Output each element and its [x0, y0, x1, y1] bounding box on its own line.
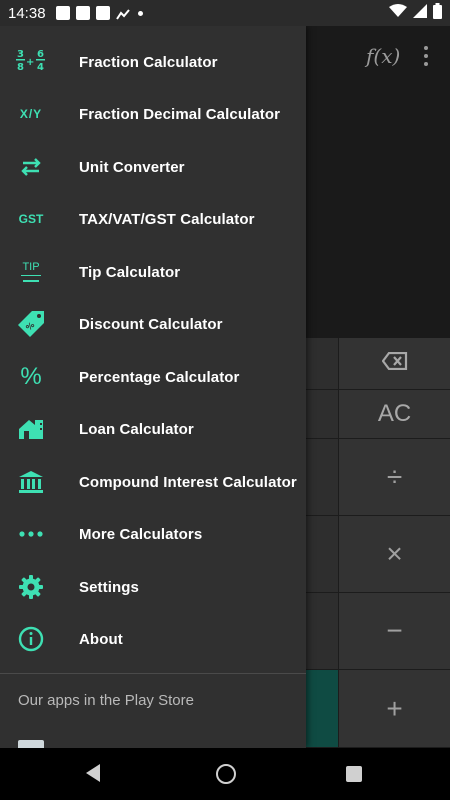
menu-item-label: Percentage Calculator	[79, 368, 240, 386]
chart-icon	[115, 7, 130, 20]
play-store-section-title: Our apps in the Play Store	[18, 692, 194, 709]
swap-arrows-icon	[14, 150, 48, 184]
x-over-y-icon: X/Y	[19, 107, 43, 121]
system-navigation-bar	[0, 748, 450, 800]
menu-item-label: Compound Interest Calculator	[79, 473, 297, 491]
menu-item-label: Settings	[79, 578, 139, 596]
clear-button[interactable]: AC	[338, 390, 450, 439]
menu-item-label: Fraction Calculator	[79, 53, 218, 71]
equals-button[interactable]	[306, 670, 338, 748]
menu-item-fraction-calculator[interactable]: 3 8 + 6 4 Fraction Calculator	[0, 36, 306, 88]
keypad-key[interactable]	[306, 390, 338, 439]
bank-icon	[14, 465, 48, 499]
signal-icon	[413, 3, 427, 23]
fraction-icon: 3 8 + 6 4	[14, 45, 48, 79]
menu-item-about[interactable]: About	[0, 613, 306, 665]
menu-item-compound-interest-calculator[interactable]: Compound Interest Calculator	[0, 456, 306, 508]
svg-text:6: 6	[37, 49, 44, 60]
home-icon[interactable]	[216, 764, 236, 784]
keypad-key[interactable]	[306, 338, 338, 390]
svg-text:+: +	[26, 57, 34, 68]
menu-item-label: More Calculators	[79, 525, 203, 543]
play-store-app-icon[interactable]	[18, 740, 44, 748]
recents-icon[interactable]	[346, 766, 362, 782]
menu-item-tip-calculator[interactable]: TIP Tip Calculator	[0, 246, 306, 298]
function-toggle-button[interactable]: f(x)	[366, 44, 400, 68]
backspace-button[interactable]	[338, 338, 450, 390]
plus-label: +	[386, 692, 403, 724]
overflow-menu-icon[interactable]	[420, 46, 432, 70]
keypad-key[interactable]	[306, 439, 338, 516]
tip-icon: TIP	[14, 255, 48, 289]
menu-item-settings[interactable]: Settings	[0, 561, 306, 613]
nrg-icon	[55, 6, 70, 20]
keypad-key[interactable]	[306, 593, 338, 670]
percent-icon: %	[20, 363, 42, 390]
battery-icon	[433, 2, 442, 24]
menu-item-tax-vat-gst-calculator[interactable]: GST TAX/VAT/GST Calculator	[0, 193, 306, 245]
multiply-label: ×	[386, 538, 403, 569]
back-icon[interactable]	[86, 764, 100, 782]
menu-item-label: Tip Calculator	[79, 263, 181, 281]
menu-item-label: Discount Calculator	[79, 315, 223, 333]
keypad-key[interactable]	[306, 516, 338, 593]
clear-label: AC	[377, 400, 412, 427]
divide-button[interactable]: ÷	[338, 439, 450, 516]
keypad: AC ÷ × − +	[306, 338, 450, 748]
status-bar: 14:38	[0, 0, 450, 26]
menu-item-unit-converter[interactable]: Unit Converter	[0, 141, 306, 193]
menu-item-discount-calculator[interactable]: % Discount Calculator	[0, 298, 306, 350]
gst-icon: GST	[18, 212, 44, 226]
menu-item-label: Loan Calculator	[79, 420, 194, 438]
navigation-drawer: 3 8 + 6 4 Fraction Calculator X/Y Fraction…	[0, 26, 306, 748]
menu-item-label: Unit Converter	[79, 158, 185, 176]
svg-text:8: 8	[17, 62, 24, 73]
more-dots-icon	[14, 517, 48, 551]
drawer-divider	[0, 673, 306, 674]
menu-item-more-calculators[interactable]: More Calculators	[0, 508, 306, 560]
info-icon	[14, 622, 48, 656]
inq-icon	[75, 6, 90, 20]
backspace-icon	[381, 351, 408, 375]
wifi-icon	[389, 3, 407, 23]
more-notifications-dot	[137, 10, 143, 16]
svg-text:4: 4	[37, 62, 44, 73]
menu-item-loan-calculator[interactable]: Loan Calculator	[0, 403, 306, 455]
gear-icon	[14, 570, 48, 604]
divide-label: ÷	[386, 461, 403, 492]
house-loan-icon	[14, 412, 48, 446]
e-icon	[95, 6, 110, 20]
multiply-button[interactable]: ×	[338, 516, 450, 593]
minus-label: −	[386, 615, 403, 646]
minus-button[interactable]: −	[338, 593, 450, 670]
menu-item-label: Fraction Decimal Calculator	[79, 105, 281, 123]
menu-item-label: TAX/VAT/GST Calculator	[79, 210, 255, 228]
menu-item-label: About	[79, 630, 123, 648]
menu-item-percentage-calculator[interactable]: % Percentage Calculator	[0, 351, 306, 403]
discount-tag-icon: %	[14, 307, 48, 341]
status-time: 14:38	[8, 4, 46, 22]
menu-item-fraction-decimal-calculator[interactable]: X/Y Fraction Decimal Calculator	[0, 88, 306, 140]
plus-button[interactable]: +	[338, 670, 450, 748]
svg-text:3: 3	[17, 49, 24, 60]
